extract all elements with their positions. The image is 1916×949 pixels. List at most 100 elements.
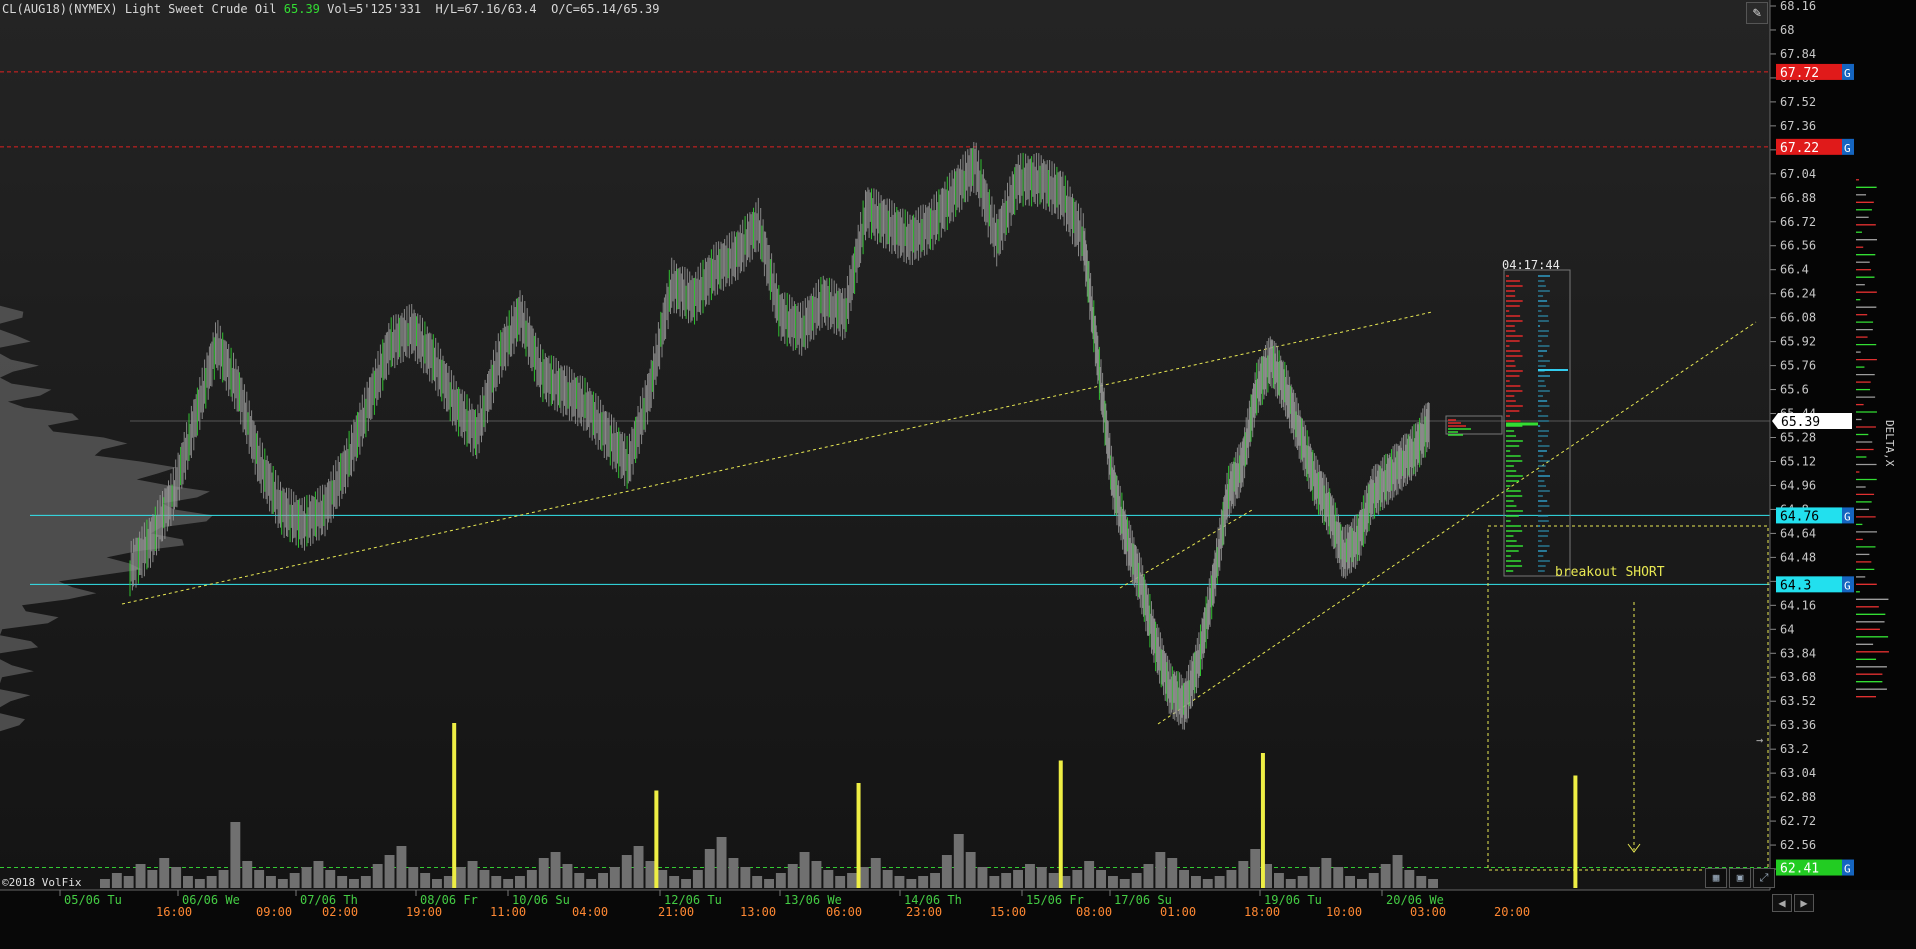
volume-bar — [1143, 864, 1154, 888]
volume-bar — [1202, 879, 1213, 888]
price-tick-label: 66.56 — [1780, 239, 1816, 253]
volume-bar — [1179, 870, 1189, 888]
volume-bar — [408, 867, 419, 888]
level-g-label-4: G — [1844, 863, 1851, 876]
volume-bar — [704, 849, 715, 888]
volume-bar — [811, 861, 822, 888]
chevron-right-icon[interactable]: ▶ — [1794, 894, 1814, 912]
volume-spike-bar — [1573, 775, 1578, 888]
fullscreen-icon[interactable]: ⤢ — [1753, 868, 1775, 888]
volume-bar — [1333, 867, 1344, 888]
volume-bar — [1297, 876, 1308, 888]
volume-bar — [870, 858, 881, 888]
volume-bar — [941, 855, 952, 888]
volume-bar — [1238, 861, 1249, 888]
volume-bar — [882, 870, 893, 888]
volume-spike-bar — [1260, 753, 1265, 888]
volume-bar — [953, 834, 964, 888]
time-label: 02:00 — [322, 905, 358, 919]
volume-bar — [111, 873, 122, 888]
volume-bar — [657, 870, 668, 888]
chart-tools: ▦ ▣ ⤢ — [1705, 868, 1775, 888]
time-label: 06:00 — [826, 905, 862, 919]
volume-bar — [1416, 876, 1427, 888]
volume-bar — [1167, 858, 1178, 888]
volume-bar — [930, 873, 940, 888]
volume-bar — [633, 846, 644, 888]
volume-bar — [491, 876, 502, 888]
volume-bar — [1214, 876, 1225, 888]
volume-bar — [479, 870, 490, 888]
price-tick-label: 66.72 — [1780, 215, 1816, 229]
copyright: ©2018 VolFix — [2, 876, 82, 889]
volume-bar — [716, 837, 727, 888]
volume-bar — [645, 861, 656, 888]
volume-bar — [194, 879, 205, 888]
instrument-stats: Vol=5'125'331 H/L=67.16/63.4 O/C=65.14/6… — [327, 2, 660, 16]
volume-bar — [277, 879, 288, 888]
volume-bar — [1072, 870, 1083, 888]
price-tick-label: 67.04 — [1780, 167, 1816, 181]
level-g-label-2: G — [1844, 510, 1851, 523]
volume-bar — [313, 861, 324, 888]
volume-bar — [372, 864, 383, 888]
pencil-icon[interactable]: ✎ — [1746, 2, 1768, 24]
price-tick-label: 65.92 — [1780, 335, 1816, 349]
price-tick-label: 66.4 — [1780, 263, 1809, 277]
price-tick-label: 65.12 — [1780, 454, 1816, 468]
volume-bar — [254, 870, 265, 888]
volume-bar — [1368, 873, 1379, 888]
volume-bar — [799, 852, 810, 888]
volume-spike-bar — [856, 783, 861, 888]
volume-bar — [396, 846, 407, 888]
volume-bar — [1155, 852, 1166, 888]
volume-bar — [787, 864, 798, 888]
price-tick-label: 62.72 — [1780, 814, 1816, 828]
time-label: 10:00 — [1326, 905, 1362, 919]
price-tick-label: 64 — [1780, 622, 1794, 636]
volume-bar — [337, 876, 348, 888]
level-price-0: 67.72 — [1780, 66, 1819, 81]
volume-bar — [218, 870, 229, 888]
volume-bar — [1096, 870, 1106, 888]
level-g-label-3: G — [1844, 579, 1851, 592]
chevron-left-icon[interactable]: ◀ — [1772, 894, 1792, 912]
volume-bar — [609, 867, 620, 888]
volume-bar — [1048, 873, 1059, 888]
volume-bar — [1108, 876, 1118, 888]
price-tick-label: 63.84 — [1780, 646, 1816, 660]
arrow-right-icon[interactable]: → — [1756, 733, 1763, 747]
level-price-3: 64.3 — [1780, 578, 1811, 593]
volume-bar — [206, 876, 217, 888]
time-label: 20:00 — [1494, 905, 1530, 919]
instrument-header: CL(AUG18)(NYMEX) Light Sweet Crude Oil 6… — [2, 2, 659, 16]
volume-bar — [977, 867, 988, 888]
volume-bar — [183, 876, 193, 888]
price-chart[interactable]: 68.166867.8467.6867.5267.3667.267.0466.8… — [0, 0, 1916, 949]
volume-bar — [1013, 870, 1023, 888]
volume-bar — [586, 879, 597, 888]
volume-bar — [432, 879, 442, 888]
volume-bar — [1119, 879, 1130, 888]
price-tick-label: 63.52 — [1780, 694, 1816, 708]
grid-icon[interactable]: ▦ — [1705, 868, 1727, 888]
price-tick-label: 66.24 — [1780, 287, 1816, 301]
volume-bar — [775, 873, 786, 888]
time-label: 18:00 — [1244, 905, 1280, 919]
volume-bar — [515, 876, 525, 888]
volume-bar — [1226, 870, 1237, 888]
level-price-1: 67.22 — [1780, 141, 1819, 156]
layout-icon[interactable]: ▣ — [1729, 868, 1751, 888]
volume-bar — [325, 870, 336, 888]
volume-bar — [1250, 849, 1261, 888]
volume-bar — [266, 876, 276, 888]
volume-bar — [1357, 879, 1367, 888]
price-tick-label: 63.36 — [1780, 718, 1816, 732]
volume-bar — [100, 879, 110, 888]
price-tick-label: 67.84 — [1780, 47, 1816, 61]
breakout-annotation[interactable]: breakout SHORT — [1555, 565, 1665, 580]
volume-bar — [301, 867, 312, 888]
volume-bar — [1345, 876, 1355, 888]
time-label: 09:00 — [256, 905, 292, 919]
volume-bar — [420, 873, 431, 888]
